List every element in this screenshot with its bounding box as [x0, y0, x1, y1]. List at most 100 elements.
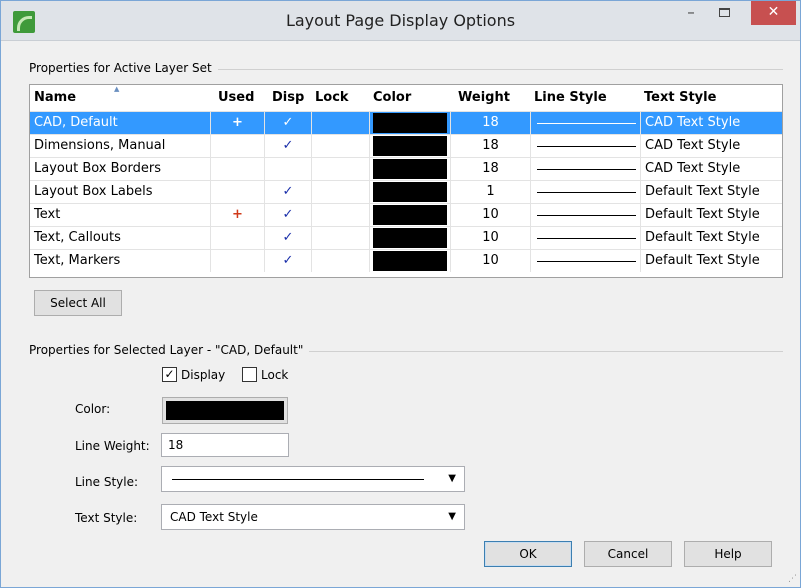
text-style-cell: CAD Text Style	[640, 135, 782, 157]
line-style-preview	[172, 479, 424, 480]
used-plus-icon: +	[210, 204, 264, 226]
title-bar[interactable]: Layout Page Display Options – ✕	[1, 1, 800, 41]
active-set-group-label: Properties for Active Layer Set	[29, 61, 218, 75]
line-style-dropdown[interactable]: ▼	[161, 466, 465, 492]
column-header-text-style[interactable]: Text Style	[640, 85, 782, 111]
table-row[interactable]: Layout Box Borders 18 CAD Text Style	[30, 157, 782, 180]
lock-cell[interactable]	[311, 158, 369, 180]
cancel-button[interactable]: Cancel	[584, 541, 672, 567]
disp-check-icon[interactable]: ✓	[264, 135, 311, 157]
disp-check-icon[interactable]: ✓	[264, 250, 311, 272]
help-button[interactable]: Help	[684, 541, 772, 567]
column-header-name[interactable]: Name ▲	[30, 85, 210, 111]
lock-checkbox[interactable]: Lock	[242, 366, 298, 384]
row-name: Text, Callouts	[34, 230, 121, 245]
line-style-cell	[530, 181, 640, 203]
line-style-preview	[537, 123, 636, 124]
layer-table[interactable]: Name ▲ Used Disp Lock Color Weight Line …	[29, 84, 783, 278]
line-style-cell	[530, 204, 640, 226]
color-cell[interactable]	[369, 135, 450, 157]
table-header: Name ▲ Used Disp Lock Color Weight Line …	[30, 85, 782, 111]
line-style-preview	[537, 215, 636, 216]
display-checkbox[interactable]: ✓ Display	[162, 366, 232, 384]
table-row[interactable]: Text, Callouts ✓ 10 Default Text Style	[30, 226, 782, 249]
maximize-button[interactable]	[709, 1, 739, 25]
line-style-preview	[537, 238, 636, 239]
line-style-cell	[530, 227, 640, 249]
weight-cell: 18	[450, 135, 530, 157]
weight-cell: 18	[450, 112, 530, 134]
disp-check-icon[interactable]: ✓	[264, 227, 311, 249]
text-style-dropdown[interactable]: CAD Text Style ▼	[161, 504, 465, 530]
column-header-used[interactable]: Used	[210, 85, 264, 111]
text-style-cell: Default Text Style	[640, 181, 782, 203]
row-name: Dimensions, Manual	[34, 138, 166, 153]
color-swatch	[373, 136, 447, 156]
close-button[interactable]: ✕	[751, 1, 796, 25]
weight-cell: 10	[450, 250, 530, 272]
weight-cell: 1	[450, 181, 530, 203]
sort-ascending-icon: ▲	[114, 85, 120, 93]
lock-cell[interactable]	[311, 250, 369, 272]
row-name: Text	[34, 207, 61, 222]
text-style-cell: Default Text Style	[640, 227, 782, 249]
table-row[interactable]: Text, Markers ✓ 10 Default Text Style	[30, 249, 782, 272]
selected-layer-group-label: Properties for Selected Layer - "CAD, De…	[29, 343, 310, 357]
text-style-cell: CAD Text Style	[640, 158, 782, 180]
table-row[interactable]: CAD, Default + ✓ 18 CAD Text Style	[30, 111, 782, 134]
line-weight-input[interactable]: 18	[161, 433, 289, 457]
weight-cell: 10	[450, 204, 530, 226]
column-header-color[interactable]: Color	[369, 85, 450, 111]
weight-cell: 18	[450, 158, 530, 180]
ok-button[interactable]: OK	[484, 541, 572, 567]
column-header-weight[interactable]: Weight	[450, 85, 530, 111]
disp-check-icon[interactable]: ✓	[264, 204, 311, 226]
color-label: Color:	[75, 402, 111, 416]
color-swatch	[373, 113, 447, 133]
color-cell[interactable]	[369, 250, 450, 272]
dialog-window: Layout Page Display Options – ✕ Properti…	[0, 0, 801, 588]
table-row[interactable]: Text + ✓ 10 Default Text Style	[30, 203, 782, 226]
line-style-cell	[530, 135, 640, 157]
minimize-button[interactable]: –	[676, 1, 706, 25]
color-cell[interactable]	[369, 158, 450, 180]
used-cell	[210, 250, 264, 272]
color-swatch	[373, 205, 447, 225]
display-check-icon: ✓	[162, 367, 177, 382]
text-style-cell: CAD Text Style	[640, 112, 782, 134]
color-picker-button[interactable]	[162, 397, 288, 424]
resize-grip-icon[interactable]: ⋰	[788, 574, 797, 584]
row-name: Layout Box Borders	[34, 161, 161, 176]
used-plus-icon: +	[210, 112, 264, 134]
color-cell[interactable]	[369, 204, 450, 226]
lock-cell[interactable]	[311, 135, 369, 157]
text-style-label: Text Style:	[75, 511, 138, 525]
column-header-line-style[interactable]: Line Style	[530, 85, 640, 111]
disp-cell[interactable]	[264, 158, 311, 180]
color-cell[interactable]	[369, 181, 450, 203]
table-row[interactable]: Layout Box Labels ✓ 1 Default Text Style	[30, 180, 782, 203]
lock-cell[interactable]	[311, 181, 369, 203]
lock-cell[interactable]	[311, 112, 369, 134]
table-row[interactable]: Dimensions, Manual ✓ 18 CAD Text Style	[30, 134, 782, 157]
text-style-value: CAD Text Style	[170, 510, 258, 524]
line-style-label: Line Style:	[75, 475, 139, 489]
column-header-disp[interactable]: Disp	[264, 85, 311, 111]
disp-check-icon[interactable]: ✓	[264, 181, 311, 203]
disp-check-icon[interactable]: ✓	[264, 112, 311, 134]
select-all-button[interactable]: Select All	[34, 290, 122, 316]
color-cell[interactable]	[369, 112, 450, 134]
row-name: CAD, Default	[34, 115, 118, 130]
column-header-lock[interactable]: Lock	[311, 85, 369, 111]
lock-cell[interactable]	[311, 204, 369, 226]
text-style-cell: Default Text Style	[640, 204, 782, 226]
color-swatch	[373, 228, 447, 248]
color-cell[interactable]	[369, 227, 450, 249]
used-cell	[210, 158, 264, 180]
lock-cell[interactable]	[311, 227, 369, 249]
dropdown-arrow-icon: ▼	[448, 511, 456, 522]
line-style-preview	[537, 192, 636, 193]
color-preview	[166, 401, 284, 420]
color-swatch	[373, 251, 447, 271]
lock-checkbox-label: Lock	[261, 368, 289, 382]
